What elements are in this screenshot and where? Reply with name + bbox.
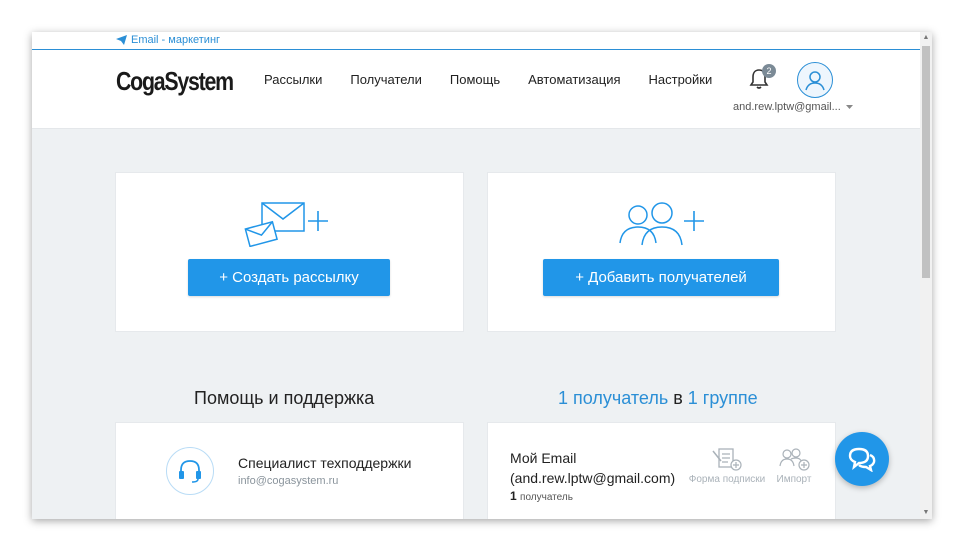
users-plus-icon: [619, 202, 704, 246]
import-users-icon: [779, 448, 810, 471]
scroll-up-arrow[interactable]: ▲: [920, 32, 932, 44]
import-label: Импорт: [776, 474, 812, 485]
logo[interactable]: CogaSystem: [116, 66, 234, 97]
create-campaign-card: + Создать рассылку: [115, 172, 464, 332]
import-button[interactable]: Импорт: [772, 447, 816, 485]
recipient-list-card: Мой Email (and.rew.lptw@gmail.com) 1 пол…: [487, 422, 836, 519]
browser-window: Email - маркетинг CogaSystem Рассылки По…: [32, 32, 932, 519]
support-title: Помощь и поддержка: [194, 388, 375, 408]
list-name-line1: Мой Email: [510, 450, 577, 466]
list-count: 1 получатель: [510, 489, 573, 503]
scroll-down-arrow[interactable]: ▼: [920, 507, 932, 519]
envelopes-plus-icon: [244, 202, 328, 247]
paper-plane-icon: [116, 35, 127, 45]
support-specialist: Специалист техподдержки: [238, 455, 412, 471]
caret-down-icon: [845, 105, 853, 109]
nav-settings[interactable]: Настройки: [649, 72, 713, 87]
notifications-button[interactable]: 2: [749, 64, 776, 92]
chat-button[interactable]: [835, 432, 889, 486]
recipients-summary: 1 получатель в 1 группе: [558, 388, 758, 409]
support-card: Специалист техподдержки info@cogasystem.…: [115, 422, 464, 519]
headset-icon-circle: [166, 447, 214, 495]
list-count-value: 1: [510, 489, 517, 503]
nav-automation[interactable]: Автоматизация: [528, 72, 620, 87]
groups-count-link[interactable]: 1 группе: [688, 388, 758, 408]
form-icon: [712, 448, 742, 471]
vertical-scrollbar[interactable]: ▲ ▼: [920, 32, 932, 519]
user-icon: [805, 71, 825, 91]
chat-bubbles-icon: [848, 447, 876, 472]
app-tab-label: Email - маркетинг: [131, 34, 221, 46]
headset-icon: [179, 460, 201, 483]
recipients-count-link[interactable]: 1 получатель: [558, 388, 668, 408]
list-name-line2: (and.rew.lptw@gmail.com): [510, 470, 676, 486]
support-email[interactable]: info@cogasystem.ru: [238, 475, 338, 487]
list-count-label: получатель: [520, 492, 573, 503]
user-email: and.rew.lptw@gmail...: [733, 101, 841, 113]
nav-help[interactable]: Помощь: [450, 72, 500, 87]
recipients-summary-in: в: [668, 388, 688, 408]
notifications-badge: 2: [762, 64, 776, 78]
add-recipients-card: + Добавить получателей: [487, 172, 836, 332]
avatar[interactable]: [797, 62, 833, 98]
nav-mailings[interactable]: Рассылки: [264, 72, 322, 87]
main-nav: Рассылки Получатели Помощь Автоматизация…: [264, 72, 740, 87]
nav-recipients[interactable]: Получатели: [350, 72, 422, 87]
create-campaign-button[interactable]: + Создать рассылку: [188, 259, 390, 296]
top-header: CogaSystem Рассылки Получатели Помощь Ав…: [32, 50, 920, 129]
app-tab[interactable]: Email - маркетинг: [116, 34, 220, 46]
subscription-form-label: Форма подписки: [688, 474, 766, 485]
subscription-form-button[interactable]: Форма подписки: [684, 447, 770, 485]
user-menu[interactable]: and.rew.lptw@gmail...: [733, 101, 853, 113]
app-tab-strip: Email - маркетинг: [32, 32, 920, 50]
list-name[interactable]: Мой Email (and.rew.lptw@gmail.com): [510, 448, 675, 488]
add-recipients-button[interactable]: + Добавить получателей: [543, 259, 779, 296]
scrollbar-thumb[interactable]: [922, 46, 930, 278]
